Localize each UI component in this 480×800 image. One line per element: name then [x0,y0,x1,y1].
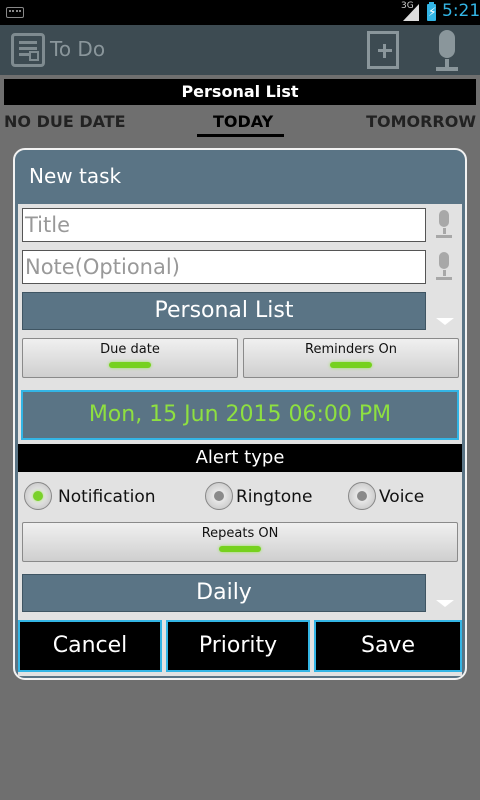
priority-button[interactable]: Priority [166,620,310,672]
tab-tomorrow[interactable]: TOMORROW [366,112,476,131]
reminders-label: Reminders On [305,342,397,357]
status-time: 5:21 [442,1,480,21]
repeat-dropdown-icon[interactable] [436,600,454,607]
tab-bar: NO DUE DATE TODAY TOMORROW [0,106,480,138]
new-task-dialog: New task Title Note(Optional) Personal L… [13,148,467,680]
dialog-body: Title Note(Optional) Personal List Due d… [18,204,462,676]
app-logo-icon[interactable] [11,33,45,67]
list-header: Personal List [4,79,476,105]
note-mic-icon[interactable] [430,250,458,284]
radio-ringtone[interactable] [205,482,233,510]
radio-voice-label[interactable]: Voice [379,487,424,507]
tab-indicator [197,134,284,137]
title-mic-icon[interactable] [430,208,458,242]
radio-notification-label[interactable]: Notification [58,487,156,507]
action-bar: To Do [0,25,480,75]
tab-today[interactable]: TODAY [213,112,273,131]
radio-ringtone-label[interactable]: Ringtone [236,487,312,507]
cancel-button[interactable]: Cancel [18,620,162,672]
due-date-indicator [109,362,151,368]
due-date-label: Due date [100,342,160,357]
alert-type-group: Notification Ringtone Voice [18,472,462,520]
radio-voice[interactable] [348,482,376,510]
note-input[interactable]: Note(Optional) [22,250,426,284]
dialog-title: New task [29,164,122,188]
repeat-select[interactable]: Daily [22,574,426,612]
status-bar: 3G ⚡ 5:21 [0,0,480,25]
repeats-toggle[interactable]: Repeats ON [22,522,458,562]
list-dropdown-icon[interactable] [436,318,454,325]
save-button[interactable]: Save [314,620,462,672]
due-date-toggle[interactable]: Due date [22,338,238,378]
datetime-picker[interactable]: Mon, 15 Jun 2015 06:00 PM [21,390,459,440]
repeats-label: Repeats ON [201,526,279,541]
app-title: To Do [50,37,106,61]
list-select[interactable]: Personal List [22,292,426,330]
battery-icon: ⚡ [427,2,437,21]
tab-no-due-date[interactable]: NO DUE DATE [4,112,126,131]
new-task-icon[interactable] [367,31,399,69]
keyboard-icon [6,7,24,18]
signal-icon [403,4,419,21]
radio-notification[interactable] [24,482,52,510]
reminders-toggle[interactable]: Reminders On [243,338,459,378]
alert-type-header: Alert type [18,444,462,472]
dialog-actions: Cancel Priority Save [18,620,462,672]
title-input[interactable]: Title [22,208,426,242]
repeats-indicator [219,546,261,552]
reminders-indicator [330,362,372,368]
